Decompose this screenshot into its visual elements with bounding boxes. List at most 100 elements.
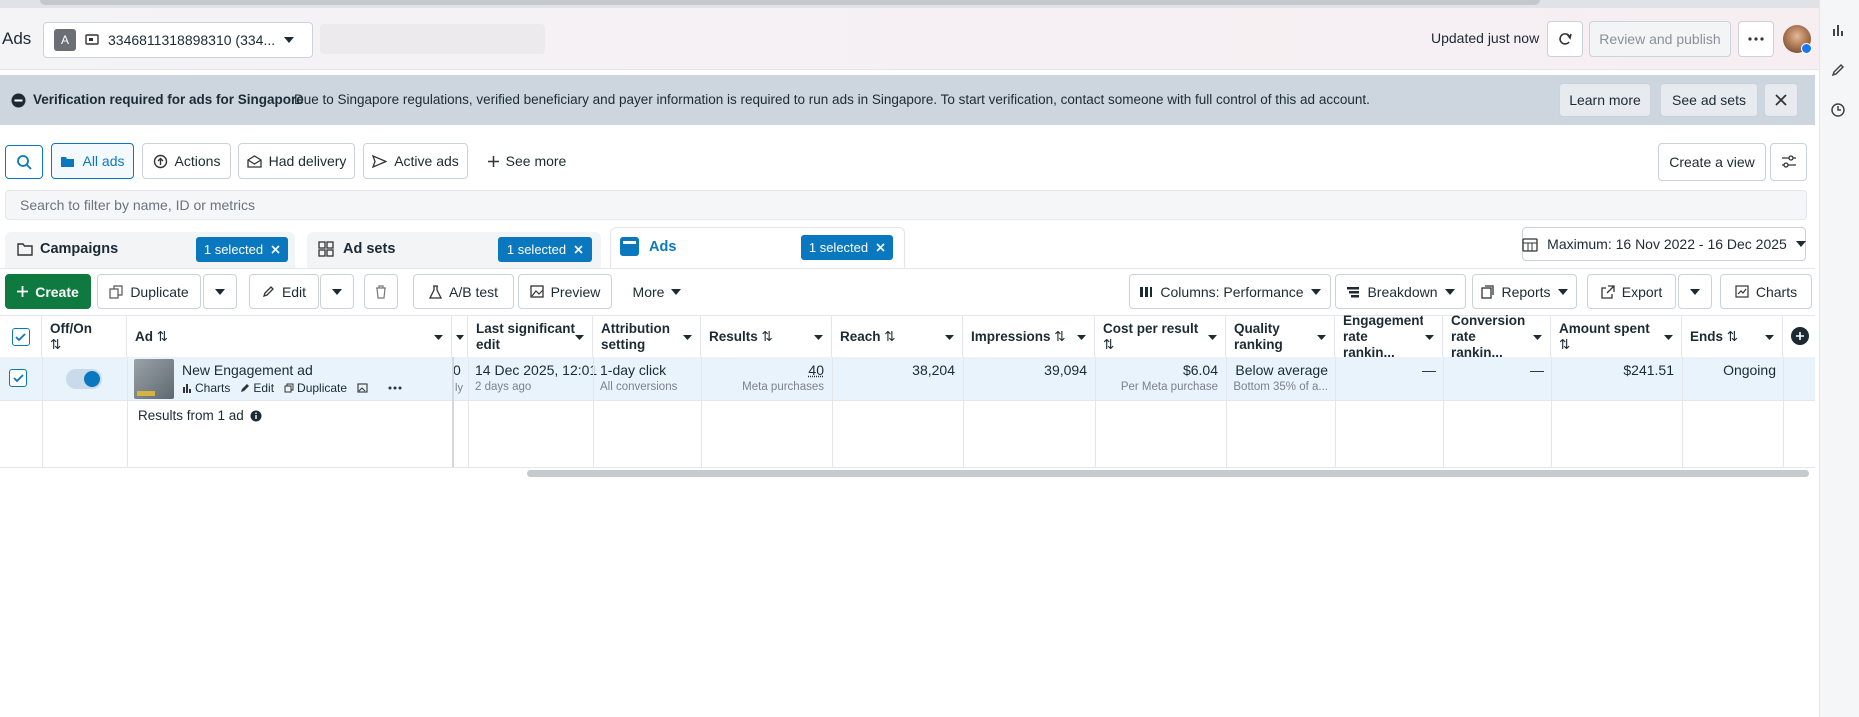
table-footer-row [0,401,1815,468]
charts-label: Charts [1755,283,1798,300]
clear-icon[interactable] [876,243,885,252]
tab-active-ads[interactable]: Active ads [363,143,468,179]
create-view-button[interactable]: Create a view [1658,143,1766,181]
account-selector[interactable]: A 3346811318898310 (334... [43,22,313,58]
see-ad-sets-button[interactable]: See ad sets [1660,83,1758,117]
see-more-button[interactable]: See more [478,143,576,179]
attribution-sub: All conversions [600,381,678,393]
last-edit-value: 14 Dec 2025, 12:01 [475,362,598,378]
results-summary-label: Results from 1 ad [138,408,244,423]
more-label: More [632,283,665,300]
header-impressions[interactable]: Impressions ⇅ [963,315,1095,359]
header-engagement[interactable]: Engagement rate rankin... [1335,313,1443,360]
duplicate-button[interactable]: Duplicate [97,274,201,309]
row-checkbox[interactable] [9,369,27,387]
flask-icon [428,284,442,299]
header-reach[interactable]: Reach ⇅ [832,315,963,359]
select-all-checkbox[interactable] [11,328,30,346]
clear-icon[interactable] [271,245,280,254]
cell-attribution: 1-day click All conversions [600,362,677,393]
cell-cost-per-result: $6.04 Per Meta purchase [1102,362,1218,393]
search-placeholder: Search to filter by name, ID or metrics [20,197,255,213]
conversion-value: — [1530,362,1544,378]
sort-icon: ⇅ [761,329,773,344]
clear-icon[interactable] [574,245,583,254]
chevron-down-icon [1317,334,1326,340]
header-cpr-label: Cost per result [1103,321,1199,336]
header-ad[interactable]: Ad ⇅ [127,315,452,359]
row-more-icon[interactable] [388,386,402,390]
chevron-down-icon [1533,334,1542,340]
breakdown-button[interactable]: Breakdown [1335,274,1466,309]
ab-test-button[interactable]: A/B test [413,274,514,309]
header-amount-spent[interactable]: Amount spent ⇅ [1551,315,1682,359]
charts-button[interactable]: Charts [1720,274,1812,309]
see-more-label: See more [505,153,567,169]
upload-circle-icon [153,154,168,169]
history-icon[interactable] [1830,102,1846,118]
select-all-cell[interactable] [0,315,42,359]
reports-button[interactable]: Reports [1472,274,1577,309]
export-dropdown[interactable] [1678,274,1712,309]
view-settings-button[interactable] [1770,143,1807,181]
date-range-label: Maximum: 16 Nov 2022 - 16 Dec 2025 [1547,236,1787,252]
tab-all-ads[interactable]: All ads [51,143,134,179]
columns-button[interactable]: Columns: Performance [1129,274,1331,309]
stats-icon[interactable] [1830,22,1846,38]
info-icon[interactable] [250,410,262,422]
refresh-button[interactable] [1547,21,1583,57]
search-field[interactable] [5,190,1807,220]
loading-placeholder [320,24,545,54]
export-button[interactable]: Export [1587,274,1676,309]
tab-all-ads-label: All ads [82,153,125,169]
row-duplicate-link[interactable]: Duplicate [284,381,347,395]
grid-icon [318,241,334,257]
delete-button[interactable] [364,274,398,309]
learn-more-button[interactable]: Learn more [1559,83,1651,117]
edit-button[interactable]: Edit [249,274,319,309]
header-results-label: Results [709,329,758,344]
tab-had-delivery[interactable]: Had delivery [238,143,355,179]
more-options-button[interactable] [1738,21,1774,57]
ads-selected-chip[interactable]: 1 selected [801,235,893,260]
create-button[interactable]: Create [5,274,91,309]
row-charts-link[interactable]: Charts [182,381,230,395]
header-offon[interactable]: Off/On ⇅ [42,315,127,359]
header-reach-label: Reach [840,329,881,344]
edit-dropdown[interactable] [320,274,354,309]
header-cost-per-result[interactable]: Cost per result ⇅ [1095,315,1226,359]
right-rail [1819,0,1859,717]
header-attribution[interactable]: Attribution setting [593,315,701,359]
results-value[interactable]: 40 [708,362,824,378]
tab-actions[interactable]: Actions [142,143,231,179]
row-edit-link[interactable]: Edit [240,381,274,395]
horizontal-scrollbar[interactable] [527,470,1809,477]
header-last-edit[interactable]: Last significant edit [468,315,593,359]
header-quality[interactable]: Quality ranking [1226,315,1335,359]
review-publish-button[interactable]: Review and publish [1589,21,1731,57]
chevron-down-icon [683,334,692,340]
page-title: Ads [2,29,32,48]
duplicate-dropdown[interactable] [203,274,237,309]
header-hidden-col[interactable] [452,315,468,359]
adsets-selected-chip[interactable]: 1 selected [498,237,592,262]
search-button[interactable] [5,145,43,179]
quality-sub: Bottom 35% of a... [1233,381,1328,393]
ad-name[interactable]: New Engagement ad [182,362,313,378]
header-conversion[interactable]: Conversion rate rankin... [1443,313,1551,360]
close-banner-button[interactable] [1764,83,1798,117]
header-results[interactable]: Results ⇅ [701,315,832,359]
search-icon [16,154,32,170]
more-button[interactable]: More [622,274,692,309]
preview-image-icon[interactable] [357,383,368,393]
campaigns-selected-chip[interactable]: 1 selected [196,237,288,262]
chevron-down-icon [1310,288,1321,295]
preview-button[interactable]: Preview [518,274,612,309]
adsets-selected-label: 1 selected [506,242,567,257]
add-column-button[interactable] [1791,327,1809,345]
header-conversion-label: Conversion rate rankin... [1451,313,1526,360]
ad-toggle[interactable] [66,369,102,389]
date-range-picker[interactable]: Maximum: 16 Nov 2022 - 16 Dec 2025 [1522,227,1806,261]
header-ends[interactable]: Ends ⇅ [1682,315,1783,359]
pencil-icon[interactable] [1830,62,1846,78]
